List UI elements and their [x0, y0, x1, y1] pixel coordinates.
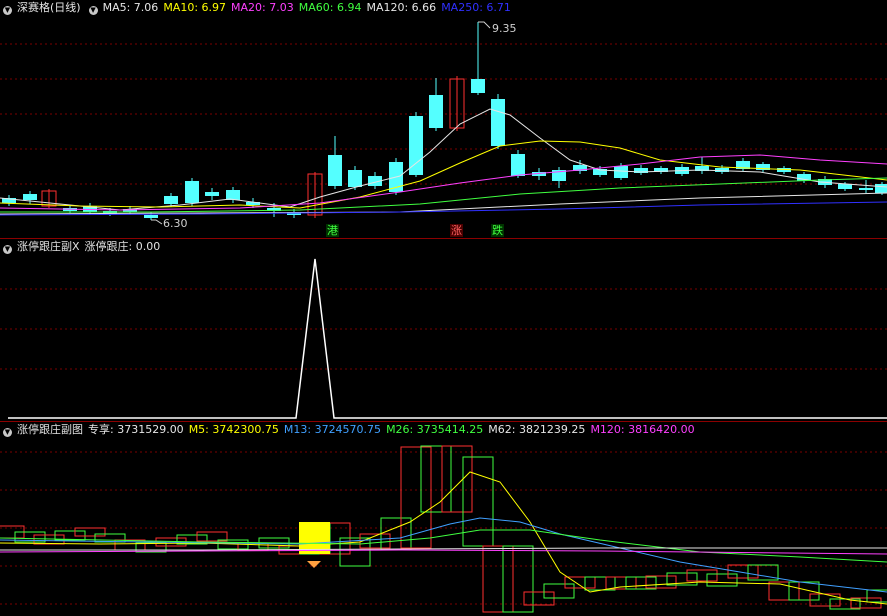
volume-indicator-3: M26: 3735414.25 [386, 423, 484, 436]
volume-indicator-chart [0, 445, 887, 613]
price-chart-header: ▼ 深赛格(日线) ▼ MA5: 7.06 MA10: 6.97 MA20: 7.03 MA… [0, 0, 521, 16]
follow-indicator-value: 涨停跟庄: 0.00 [84, 240, 161, 253]
volume-box-down [420, 445, 452, 513]
candle-body-down [838, 184, 852, 189]
signal-gem-icon [307, 561, 321, 568]
volume-box-down [788, 581, 820, 601]
volume-box-up [645, 575, 677, 589]
candlestick-chart [0, 21, 887, 225]
candle-body-down [144, 215, 158, 218]
collapse-toggle-icon[interactable]: ▼ [3, 6, 12, 15]
candle-body-down [715, 168, 729, 172]
volume-box-down [543, 583, 575, 599]
candle-body-down [185, 181, 199, 203]
follow-indicator-pane[interactable]: ▼ 涨停跟庄副X 涨停跟庄: 0.00 [0, 239, 887, 421]
ma-indicator-5: MA250: 6.71 [441, 1, 511, 14]
candle-body-down [164, 196, 178, 204]
follow-indicator-header: ▼ 涨停跟庄副X 涨停跟庄: 0.00 [0, 239, 165, 255]
price-chart-pane[interactable]: ▼ 深赛格(日线) ▼ MA5: 7.06 MA10: 6.97 MA20: 7.03 MA… [0, 0, 887, 238]
low-price-label: 6.30 [163, 217, 188, 230]
collapse-toggle-icon[interactable]: ▼ [3, 245, 12, 254]
candle-body-down [348, 170, 362, 187]
collapse-toggle-icon[interactable]: ▼ [3, 428, 12, 437]
volume-indicator-header: ▼ 涨停跟庄副图 专享: 3731529.00 M5: 3742300.75 M13: … [0, 422, 705, 438]
m5-line [0, 471, 887, 605]
candle-body-down [328, 155, 342, 186]
ma-indicator-2: MA20: 7.03 [231, 1, 294, 14]
collapse-toggle-icon[interactable]: ▼ [88, 6, 98, 15]
ma-indicator-0: MA5: 7.06 [102, 1, 159, 14]
ma5-line [0, 108, 887, 211]
m62-line [0, 547, 887, 551]
signal-tag-zhang: 涨 [450, 224, 463, 237]
volume-box-down [502, 545, 534, 613]
follow-indicator-title: 涨停跟庄副X [17, 240, 80, 253]
volume-indicator-1: M5: 3742300.75 [188, 423, 279, 436]
volume-indicator-2: M13: 3724570.75 [283, 423, 382, 436]
volume-box-up [441, 445, 473, 513]
volume-indicator-pane[interactable]: ▼ 涨停跟庄副图 专享: 3731529.00 M5: 3742300.75 M13: … [0, 422, 887, 616]
volume-box-up [400, 446, 432, 549]
m120-line [0, 549, 887, 555]
candle-body-down [429, 95, 443, 128]
candle-body-down [859, 188, 873, 190]
volume-box-up [727, 564, 759, 579]
low-price-pointer [151, 219, 163, 225]
volume-indicator-0: 专享: 3731529.00 [88, 423, 184, 436]
volume-box-down [706, 573, 738, 587]
ma-indicator-3: MA60: 6.94 [298, 1, 362, 14]
volume-indicator-title: 涨停跟庄副图 [17, 423, 83, 436]
volume-indicator-5: M120: 3816420.00 [590, 423, 695, 436]
candle-body-down [614, 166, 628, 178]
stock-name: 深赛格(日线) [17, 1, 81, 14]
high-price-pointer [478, 21, 491, 29]
candle-body-down [471, 79, 485, 93]
follow-signal-line [8, 258, 887, 419]
candle-body-down [511, 154, 525, 176]
candle-body-down [875, 184, 887, 193]
volume-box-down [462, 456, 494, 547]
volume-indicator-list: 专享: 3731529.00 M5: 3742300.75 M13: 3724570… [88, 423, 700, 436]
signal-tag-die: 跌 [491, 224, 504, 237]
candle-body-down [205, 192, 219, 196]
signal-tag-gang: 港 [326, 224, 339, 237]
volume-box-down [135, 542, 167, 553]
m26-line [0, 529, 887, 563]
volume-box-up [482, 545, 514, 613]
ma-indicator-1: MA10: 6.97 [163, 1, 227, 14]
volume-box-up [686, 569, 718, 582]
ma-indicator-4: MA120: 6.66 [366, 1, 437, 14]
candle-body-down [23, 194, 37, 200]
volume-box-up [74, 527, 106, 537]
candle-body-down [491, 99, 505, 146]
high-price-label: 9.35 [492, 22, 517, 35]
volume-box-down [625, 576, 657, 590]
candle-body-down [226, 190, 240, 200]
follow-indicator-chart [0, 258, 887, 419]
volume-indicator-4: M62: 3821239.25 [488, 423, 586, 436]
candle-body-down [409, 116, 423, 175]
ma-indicator-list: MA5: 7.06 MA10: 6.97 MA20: 7.03 MA60: 6.94 M… [103, 1, 516, 14]
ma10-line [0, 140, 887, 209]
